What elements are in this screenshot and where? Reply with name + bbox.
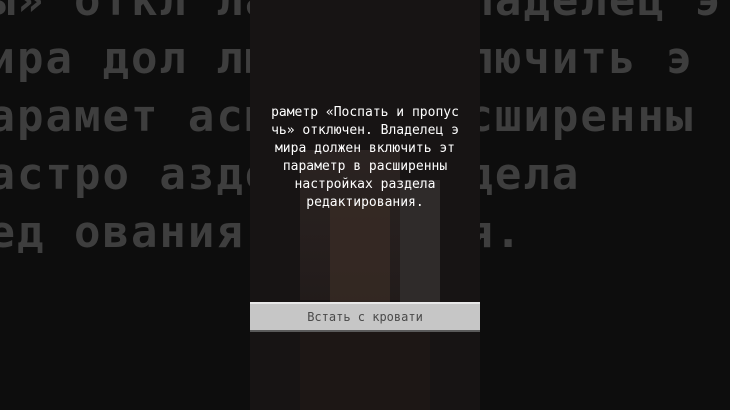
bg-line: мира дол лючить э [0, 33, 250, 84]
message-line: чь» отключен. Владелец э [271, 123, 459, 138]
message-line: параметр в расширенны [282, 159, 448, 174]
message-line: настройках раздела [294, 177, 436, 192]
bg-line: ред ования. [480, 207, 524, 258]
bg-line: мира дол лючить э [480, 33, 695, 84]
scene-bed [300, 330, 430, 410]
bg-line: ред ования. [0, 207, 250, 258]
bg-line: лы» откл ладелец э [480, 0, 723, 26]
message-line: раметр «Поспать и пропус [271, 105, 459, 120]
bg-line: парамет асширенны [480, 91, 695, 142]
message-line: мира должен включить эт [274, 141, 455, 156]
background-left: лы» откл ладелец э мира дол лючить э пар… [0, 0, 250, 410]
bg-line: лы» откл ладелец э [0, 0, 250, 26]
background-right: лы» откл ладелец э мира дол лючить э пар… [480, 0, 730, 410]
bg-line: настро аздела [0, 149, 250, 200]
game-view: раметр «Поспать и пропус чь» отключен. В… [250, 0, 480, 410]
scene-door-inner [330, 200, 390, 310]
wake-up-button[interactable]: Встать с кровати [250, 302, 480, 332]
bg-line: парамет асширенны [0, 91, 250, 142]
sleep-message: раметр «Поспать и пропус чь» отключен. В… [250, 104, 480, 212]
bg-line: настро аздела [480, 149, 581, 200]
message-line: редактирования. [306, 195, 424, 210]
